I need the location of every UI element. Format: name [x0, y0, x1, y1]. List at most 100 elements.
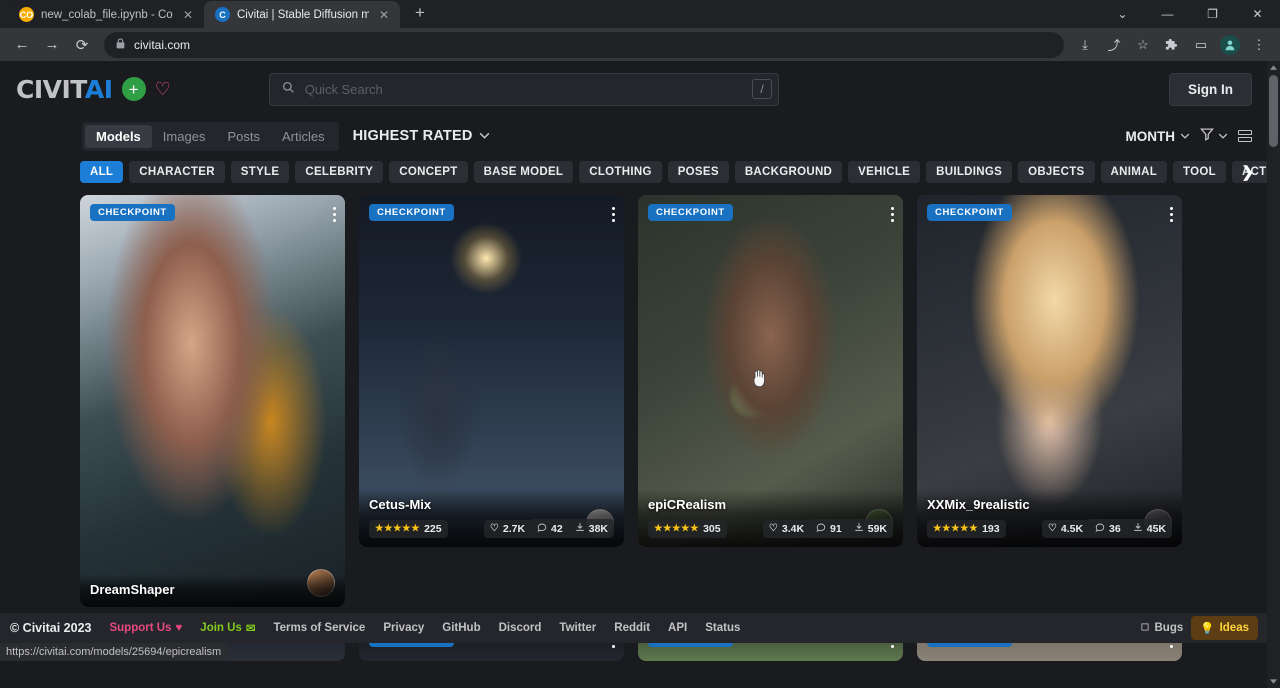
model-card[interactable]: CHECKPOINT XXMix_9realistic ★★★★★ 193: [917, 195, 1182, 547]
footer-link-twitter[interactable]: Twitter: [559, 622, 596, 634]
ideas-button[interactable]: 💡 Ideas: [1191, 616, 1258, 640]
heart-icon[interactable]: ♡: [155, 80, 171, 98]
tab-articles[interactable]: Articles: [271, 125, 336, 148]
new-tab-button[interactable]: +: [406, 0, 434, 27]
period-selector[interactable]: MONTH: [1126, 129, 1191, 144]
footer-link-reddit[interactable]: Reddit: [614, 622, 650, 634]
star-icon: ★★★★★: [654, 523, 699, 534]
browser-tab-civitai[interactable]: C Civitai | Stable Diffusion models, ✕: [204, 1, 400, 28]
heart-icon: ♡: [1048, 523, 1057, 534]
tag-animal[interactable]: ANIMAL: [1101, 161, 1168, 183]
copyright: © Civitai 2023: [10, 621, 91, 635]
star-icon: ★★★★★: [375, 523, 420, 534]
model-card-footer: Cetus-Mix ★★★★★ 225 ♡ 2.7K: [359, 489, 624, 547]
model-card[interactable]: CHECKPOINT Cetus-Mix ★★★★★ 225: [359, 195, 624, 547]
comment-icon: [537, 522, 547, 535]
window-close-icon[interactable]: ✕: [1235, 0, 1280, 28]
tab-posts[interactable]: Posts: [216, 125, 271, 148]
window-controls: ⌄ — ❐ ✕: [1100, 0, 1280, 28]
footer-link-join[interactable]: Join Us ✉: [200, 621, 255, 635]
side-panel-icon[interactable]: ▭: [1188, 32, 1214, 58]
civitai-logo[interactable]: CIVITAI + ♡: [16, 75, 171, 104]
footer-link-github[interactable]: GitHub: [442, 622, 480, 634]
tab-models[interactable]: Models: [85, 125, 152, 148]
tag-concept[interactable]: CONCEPT: [389, 161, 467, 183]
minimize-icon[interactable]: —: [1145, 0, 1190, 28]
footer-link-status[interactable]: Status: [705, 622, 740, 634]
install-icon[interactable]: ⤓: [1072, 32, 1098, 58]
bugs-button[interactable]: Bugs: [1140, 622, 1184, 635]
reload-icon[interactable]: ⟳: [68, 31, 96, 59]
tab-title: new_colab_file.ipynb - Colaborat: [41, 9, 173, 21]
browser-window: CO new_colab_file.ipynb - Colaborat ✕ C …: [0, 0, 1280, 688]
more-options-icon[interactable]: [1170, 207, 1173, 222]
model-card-footer: DreamShaper: [80, 574, 345, 607]
heart-icon: ♡: [490, 523, 499, 534]
footer-link-privacy[interactable]: Privacy: [383, 622, 424, 634]
status-bar-url: https://civitai.com/models/25694/epicrea…: [0, 643, 227, 661]
tag-tool[interactable]: TOOL: [1173, 161, 1226, 183]
tag-objects[interactable]: OBJECTS: [1018, 161, 1094, 183]
tab-search-icon[interactable]: ⌄: [1100, 0, 1145, 28]
tag-clothing[interactable]: CLOTHING: [579, 161, 661, 183]
filter-button[interactable]: [1200, 127, 1228, 146]
tag-character[interactable]: CHARACTER: [129, 161, 225, 183]
model-title: Cetus-Mix: [369, 497, 614, 513]
forward-icon[interactable]: →: [38, 31, 66, 59]
more-options-icon[interactable]: [612, 207, 615, 222]
sort-selector[interactable]: HIGHEST RATED: [353, 128, 490, 144]
model-stats: ★★★★★ 225 ♡ 2.7K: [369, 519, 614, 538]
maximize-icon[interactable]: ❐: [1190, 0, 1235, 28]
share-icon[interactable]: ⤴: [1101, 32, 1127, 58]
close-icon[interactable]: ✕: [180, 7, 196, 23]
scroll-up-icon[interactable]: [1267, 61, 1280, 74]
tab-title: Civitai | Stable Diffusion models,: [237, 9, 369, 21]
profile-avatar[interactable]: [1220, 35, 1240, 55]
engagement-badges: ♡ 3.4K 91: [763, 519, 893, 538]
model-card[interactable]: CHECKPOINT epiCRealism ★★★★★ 305: [638, 195, 903, 547]
download-icon: [854, 522, 864, 535]
scroll-down-icon[interactable]: [1267, 675, 1280, 688]
footer-link-terms[interactable]: Terms of Service: [273, 622, 365, 634]
tag-buildings[interactable]: BUILDINGS: [926, 161, 1012, 183]
bug-icon: [1140, 622, 1150, 635]
address-bar[interactable]: civitai.com: [104, 32, 1064, 58]
extensions-puzzle-icon[interactable]: [1159, 32, 1185, 58]
tag-vehicle[interactable]: VEHICLE: [848, 161, 920, 183]
sign-in-button[interactable]: Sign In: [1169, 73, 1252, 106]
model-thumbnail: [80, 195, 345, 607]
footer-link-api[interactable]: API: [668, 622, 687, 634]
browser-toolbar: ← → ⟳ civitai.com ⤓ ⤴ ☆ ▭ ⋮: [0, 28, 1280, 61]
lightbulb-icon: 💡: [1200, 621, 1214, 635]
search-icon: [282, 81, 295, 97]
browser-tab-colab[interactable]: CO new_colab_file.ipynb - Colaborat ✕: [8, 1, 204, 28]
more-options-icon[interactable]: [891, 207, 894, 222]
tag-poses[interactable]: POSES: [668, 161, 729, 183]
tag-celebrity[interactable]: CELEBRITY: [295, 161, 383, 183]
footer-link-support[interactable]: Support Us ♥: [109, 622, 182, 634]
page-scrollbar[interactable]: [1267, 61, 1280, 688]
status-badge: CHECKPOINT: [927, 204, 1012, 221]
tag-all[interactable]: ALL: [80, 161, 123, 183]
more-options-icon[interactable]: [333, 207, 336, 222]
close-icon[interactable]: ✕: [376, 7, 392, 23]
tag-scroll-right-icon[interactable]: ❯: [1241, 163, 1254, 181]
engagement-badges: ♡ 4.5K 36: [1042, 519, 1172, 538]
layout-toggle-icon[interactable]: [1238, 130, 1252, 142]
tag-base-model[interactable]: BASE MODEL: [474, 161, 574, 183]
downloads-badge: 59K: [848, 519, 893, 538]
tag-background[interactable]: BACKGROUND: [735, 161, 842, 183]
bookmark-star-icon[interactable]: ☆: [1130, 32, 1156, 58]
model-card-footer: epiCRealism ★★★★★ 305 ♡ 3.4K: [638, 489, 903, 547]
browser-menu-icon[interactable]: ⋮: [1246, 32, 1272, 58]
tab-images[interactable]: Images: [152, 125, 217, 148]
page-viewport: CIVITAI + ♡ Quick Search / Sign In: [0, 61, 1280, 688]
model-card[interactable]: CHECKPOINT DreamShaper: [80, 195, 345, 607]
model-card-footer: XXMix_9realistic ★★★★★ 193 ♡ 4.5K: [917, 489, 1182, 547]
back-icon[interactable]: ←: [8, 31, 36, 59]
footer-link-discord[interactable]: Discord: [499, 622, 542, 634]
create-plus-icon[interactable]: +: [122, 77, 146, 101]
tag-style[interactable]: STYLE: [231, 161, 290, 183]
scrollbar-thumb[interactable]: [1269, 75, 1278, 147]
search-input[interactable]: Quick Search /: [269, 73, 779, 106]
